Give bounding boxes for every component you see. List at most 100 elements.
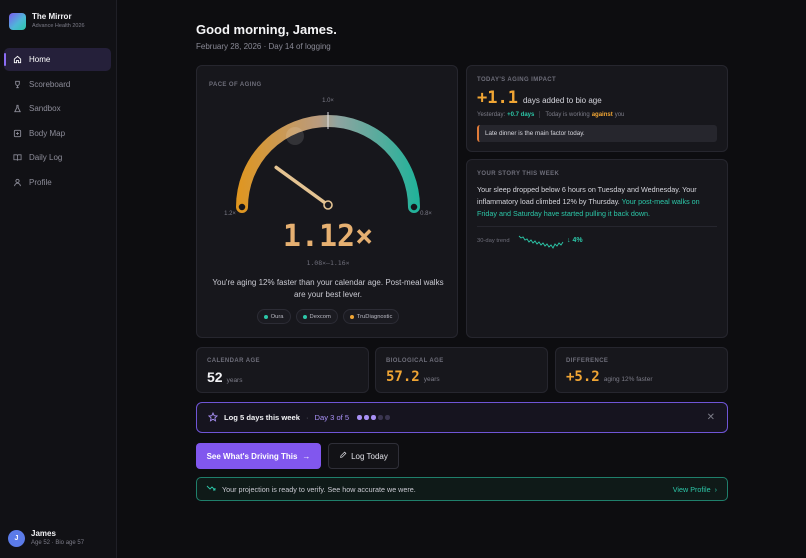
- app-logo: [9, 12, 26, 30]
- stat-value: +5.2: [566, 369, 600, 385]
- sidebar-item-label: Daily Log: [29, 153, 63, 163]
- streak-dot: [385, 415, 390, 420]
- streak-progress: Day 3 of 5: [314, 413, 350, 422]
- streak-title: Log 5 days this week: [224, 413, 300, 422]
- story-card: YOUR STORY THIS WEEK Your sleep dropped …: [466, 159, 728, 338]
- sidebar-nav: Home Scoreboard Sandbox Body Map Daily L…: [4, 48, 111, 196]
- trend-icon: [206, 484, 216, 494]
- pace-gauge: 1.0× 1.2× 0.8×: [224, 98, 432, 217]
- stat-label: CALENDAR AGE: [207, 358, 260, 364]
- source-pill-trudiagnostic[interactable]: TruDiagnostic: [342, 309, 400, 324]
- divider: [477, 226, 717, 227]
- sidebar-item-daily-log[interactable]: Daily Log: [4, 146, 111, 169]
- stat-unit: years: [423, 376, 440, 383]
- gauge-tick-right: 0.8×: [420, 211, 432, 217]
- stat-value: 57.2: [386, 369, 420, 385]
- status-dot: [263, 314, 268, 319]
- gauge-tick-left: 1.2×: [224, 211, 236, 217]
- separator: ·: [305, 413, 309, 422]
- source-pill-oura[interactable]: Oura: [256, 309, 291, 324]
- story-label: YOUR STORY THIS WEEK: [477, 171, 560, 177]
- home-icon: [12, 55, 22, 65]
- streak-dots: [357, 415, 390, 420]
- gauge-arc: [236, 115, 420, 213]
- gauge-needle: [274, 165, 330, 207]
- view-profile-link[interactable]: View Profile ›: [673, 485, 717, 494]
- date-line: February 28, 2026 · Day 14 of logging: [196, 42, 331, 51]
- aging-impact-card: TODAY'S AGING IMPACT +1.1 days added to …: [466, 65, 728, 152]
- today-suffix: you: [614, 111, 625, 118]
- projection-banner: Your projection is ready to verify. See …: [196, 477, 728, 501]
- pace-description: You're aging 12% faster than your calend…: [212, 278, 444, 299]
- app-title: The Mirror: [32, 12, 72, 21]
- status-dot: [302, 314, 307, 319]
- source-name: Oura: [270, 313, 284, 320]
- user-profile[interactable]: J James Age 52 · Bio age 57: [8, 529, 84, 548]
- source-pill-dexcom[interactable]: Dexcom: [295, 309, 338, 324]
- impact-label: TODAY'S AGING IMPACT: [477, 77, 557, 83]
- user-meta: Age 52 · Bio age 57: [31, 540, 85, 546]
- log-today-button[interactable]: Log Today: [328, 443, 399, 469]
- book-icon: [12, 153, 22, 163]
- close-icon[interactable]: ✕: [707, 412, 715, 423]
- status-dot: [349, 314, 354, 319]
- today-emphasis: against: [591, 111, 613, 118]
- yesterday-value: +0.7 days: [507, 111, 535, 118]
- projection-text: Your projection is ready to verify. See …: [222, 484, 416, 494]
- impact-subline: Yesterday: +0.7 days Today is working ag…: [477, 111, 624, 118]
- see-drivers-button[interactable]: See What's Driving This →: [196, 443, 321, 469]
- sidebar: The Mirror Advance Health 2026 Home Scor…: [0, 0, 117, 558]
- sidebar-item-label: Body Map: [29, 128, 66, 138]
- gauge-hub: [323, 200, 333, 210]
- sidebar-item-profile[interactable]: Profile: [4, 171, 111, 194]
- yesterday-label: Yesterday:: [477, 111, 506, 118]
- pencil-icon: [339, 451, 347, 461]
- user-icon: [12, 177, 22, 187]
- stat-unit: aging 12% faster: [603, 376, 653, 383]
- impact-unit: days added to bio age: [522, 96, 602, 105]
- calendar-age-card: CALENDAR AGE 52 years: [196, 347, 369, 393]
- sidebar-item-sandbox[interactable]: Sandbox: [4, 97, 111, 120]
- gauge-tick-top: 1.0×: [322, 98, 334, 104]
- gauge-end-right: [409, 202, 419, 212]
- pace-range: 1.08×–1.16×: [306, 259, 350, 267]
- streak-dot: [357, 415, 362, 420]
- pace-value: 1.12×: [282, 219, 374, 254]
- sidebar-item-label: Scoreboard: [29, 79, 71, 89]
- flask-icon: [12, 104, 22, 114]
- trophy-icon: [12, 79, 22, 89]
- stat-label: BIOLOGICAL AGE: [386, 358, 444, 364]
- sidebar-item-label: Profile: [29, 177, 52, 187]
- today-prefix: Today is working: [545, 111, 590, 118]
- arrow-right-icon: →: [302, 451, 311, 461]
- sidebar-item-scoreboard[interactable]: Scoreboard: [4, 73, 111, 96]
- button-label: Log Today: [351, 451, 388, 461]
- button-label: See What's Driving This: [206, 451, 298, 461]
- trend-label: 30-day trend: [477, 238, 510, 244]
- page-title: Good morning, James.: [196, 22, 337, 37]
- gauge-end-left: [237, 202, 247, 212]
- source-name: TruDiagnostic: [356, 313, 393, 320]
- sidebar-item-label: Home: [29, 55, 51, 64]
- biological-age-card: BIOLOGICAL AGE 57.2 years: [375, 347, 548, 393]
- avatar: J: [8, 530, 25, 547]
- brand[interactable]: The Mirror Advance Health 2026: [9, 12, 85, 30]
- streak-dot: [371, 415, 376, 420]
- user-name: James: [31, 529, 56, 538]
- gauge-glow: [286, 127, 304, 145]
- pace-of-aging-card: PACE OF AGING 1.0× 1.2× 0.8× 1.12× 1.08×…: [196, 65, 458, 338]
- streak-dot: [364, 415, 369, 420]
- sidebar-item-home[interactable]: Home: [4, 48, 111, 71]
- sidebar-item-body-map[interactable]: Body Map: [4, 122, 111, 145]
- body-map-icon: [12, 128, 22, 138]
- divider: [539, 111, 541, 118]
- data-sources: Oura Dexcom TruDiagnostic: [197, 309, 459, 324]
- link-label: View Profile: [672, 485, 711, 494]
- stat-label: DIFFERENCE: [566, 358, 609, 364]
- stat-value: 52: [207, 369, 223, 385]
- trend-sparkline: [518, 235, 564, 249]
- star-icon: [207, 411, 219, 424]
- streak-banner: Log 5 days this week · Day 3 of 5 ✕: [196, 402, 728, 433]
- difference-card: DIFFERENCE +5.2 aging 12% faster: [555, 347, 728, 393]
- stat-unit: years: [226, 377, 243, 384]
